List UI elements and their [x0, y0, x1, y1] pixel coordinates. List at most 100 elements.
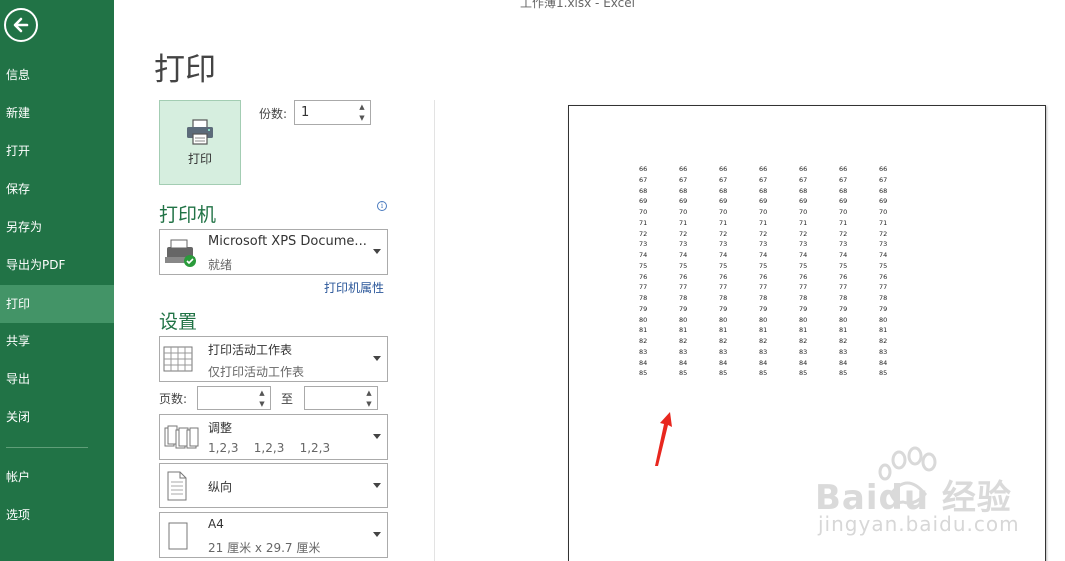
sidebar-item-share[interactable]: 共享 [0, 322, 114, 360]
preview-cell: 85 [679, 369, 688, 378]
preview-column: 66 67 68 69 70 71 72 73 74 75 76 77 78 79 80 81 82 83 84 85 [639, 164, 647, 379]
preview-cell: 83 [639, 347, 648, 356]
preview-cell: 70 [759, 208, 768, 216]
preview-column: 66 67 68 69 70 71 72 73 74 75 76 77 78 79 80 81 82 83 84 85 [799, 164, 807, 379]
collate-pages-icon [164, 425, 199, 449]
preview-cell: 67 [719, 175, 728, 184]
preview-cell: 73 [799, 240, 808, 249]
preview-cell: 69 [879, 197, 888, 206]
sidebar-item-export-pdf[interactable]: 导出为PDF [0, 246, 114, 284]
preview-cell: 84 [719, 358, 728, 367]
preview-cell: 80 [639, 315, 648, 324]
pages-to-down-button[interactable]: ▼ [361, 398, 377, 410]
orientation-select[interactable]: 纵向 [159, 463, 388, 508]
preview-cell: 73 [879, 240, 888, 249]
chevron-down-icon [373, 434, 381, 439]
preview-cell: 67 [639, 175, 648, 184]
preview-cell: 74 [799, 251, 808, 259]
preview-cell: 66 [639, 165, 648, 173]
printer-select[interactable]: Microsoft XPS Docume... 就绪 [159, 229, 388, 275]
preview-cell: 67 [759, 175, 768, 184]
excel-backstage-print: 工作薄1.xlsx - Excel 信息 新建 打开 保存 另存为 导出为PDF… [0, 0, 1065, 561]
printer-name: Microsoft XPS Docume... [208, 234, 367, 249]
sidebar-item-info[interactable]: 信息 [0, 56, 114, 94]
collate-select[interactable]: 调整 1,2,3 1,2,3 1,2,3 [159, 414, 388, 460]
preview-cell: 82 [799, 337, 808, 345]
preview-cell: 67 [839, 175, 848, 184]
paper-page-icon [168, 522, 188, 550]
preview-cell: 78 [759, 294, 768, 302]
collate-sub: 1,2,3 1,2,3 1,2,3 [208, 441, 331, 455]
info-icon[interactable]: i [377, 201, 387, 211]
preview-cell: 77 [879, 283, 888, 292]
orientation-main: 纵向 [208, 480, 233, 494]
preview-cell: 76 [879, 272, 888, 281]
sidebar-item-open[interactable]: 打开 [0, 132, 114, 170]
sidebar-item-save-as[interactable]: 另存为 [0, 208, 114, 246]
preview-cell: 77 [759, 283, 768, 292]
pages-to-input[interactable]: ▲ ▼ [304, 386, 378, 410]
sidebar-item-print[interactable]: 打印 [0, 285, 114, 323]
page-title: 打印 [154, 52, 216, 88]
preview-cell: 84 [879, 358, 888, 367]
sidebar-item-account[interactable]: 帐户 [0, 458, 114, 496]
printer-properties-link[interactable]: 打印机属性 [324, 279, 384, 296]
preview-cell: 67 [879, 175, 888, 184]
pages-to-label: 至 [281, 392, 294, 406]
preview-cell: 84 [679, 358, 688, 367]
preview-cell: 69 [799, 197, 808, 206]
preview-cell: 70 [799, 208, 808, 216]
preview-cell: 81 [759, 326, 768, 335]
sidebar-item-export[interactable]: 导出 [0, 360, 114, 398]
preview-cell: 78 [799, 294, 808, 302]
preview-cell: 75 [839, 261, 848, 270]
watermark-url: jingyan.baidu.com [818, 512, 1020, 536]
preview-cell: 68 [839, 186, 848, 195]
preview-cell: 84 [759, 358, 768, 367]
back-arrow-icon [13, 17, 29, 33]
worksheet-grid-icon [163, 346, 193, 372]
copies-stepper[interactable]: 1 ▲ ▼ [294, 100, 371, 125]
preview-cell: 66 [799, 165, 808, 173]
preview-cell: 69 [679, 197, 688, 206]
sidebar-item-new[interactable]: 新建 [0, 94, 114, 132]
panel-separator [434, 100, 435, 561]
preview-cell: 73 [719, 240, 728, 249]
settings-heading: 设置 [159, 311, 198, 333]
preview-column: 66 67 68 69 70 71 72 73 74 75 76 77 78 79 80 81 82 83 84 85 [719, 164, 727, 379]
preview-cell: 77 [839, 283, 848, 292]
print-scope-select[interactable]: 打印活动工作表 仅打印活动工作表 [159, 336, 388, 382]
preview-cell: 75 [879, 261, 888, 270]
sidebar-item-save[interactable]: 保存 [0, 170, 114, 208]
preview-column: 66 67 68 69 70 71 72 73 74 75 76 77 78 79 80 81 82 83 84 85 [879, 164, 887, 379]
collate-main: 调整 [208, 421, 233, 435]
preview-cell: 81 [799, 326, 808, 335]
pages-from-input[interactable]: ▲ ▼ [197, 386, 271, 410]
preview-cell: 79 [799, 304, 808, 313]
preview-cell: 75 [639, 261, 648, 270]
sidebar-item-options[interactable]: 选项 [0, 496, 114, 534]
preview-cell: 85 [759, 369, 768, 378]
preview-cell: 81 [719, 326, 728, 335]
preview-cell: 82 [759, 337, 768, 345]
preview-cell: 82 [719, 337, 728, 345]
preview-cell: 80 [839, 315, 848, 324]
sidebar-item-close[interactable]: 关闭 [0, 398, 114, 436]
pages-from-down-button[interactable]: ▼ [254, 398, 270, 410]
preview-cell: 77 [799, 283, 808, 292]
preview-cell: 73 [839, 240, 848, 249]
preview-cell: 72 [879, 229, 888, 238]
copies-down-button[interactable]: ▼ [354, 112, 370, 124]
print-button[interactable]: 打印 [159, 100, 241, 185]
copies-value[interactable]: 1 [301, 105, 309, 120]
preview-cell: 66 [759, 165, 768, 173]
preview-cell: 66 [679, 165, 688, 173]
preview-cell: 71 [719, 218, 728, 227]
preview-cell: 82 [679, 337, 688, 345]
preview-cell: 83 [719, 347, 728, 356]
preview-cell: 70 [639, 208, 648, 216]
back-button[interactable] [4, 8, 38, 42]
backstage-sidebar: 信息 新建 打开 保存 另存为 导出为PDF 打印 共享 导出 关闭 帐户 选项 [0, 0, 114, 561]
preview-cell: 80 [719, 315, 728, 324]
paper-size-select[interactable]: A4 21 厘米 x 29.7 厘米 [159, 512, 388, 558]
